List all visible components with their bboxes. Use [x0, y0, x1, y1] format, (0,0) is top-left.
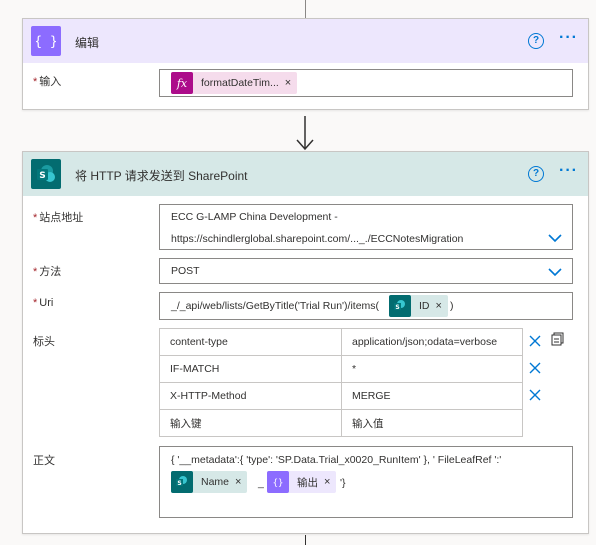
more-options-icon[interactable]: ···: [559, 30, 578, 46]
svg-text:S: S: [177, 480, 181, 487]
compose-header[interactable]: { } 编辑 ? ···: [23, 19, 588, 63]
method-label: * 方法: [33, 266, 62, 278]
sharepoint-title: 将 HTTP 请求发送到 SharePoint: [75, 169, 248, 183]
header-row: IF-MATCH *: [159, 355, 523, 383]
sharepoint-http-card: S 将 HTTP 请求发送到 SharePoint ? ··· * 站点地址 EC…: [22, 151, 589, 534]
headers-table: content-type application/json;odata=verb…: [159, 328, 523, 437]
curly-braces-icon: { }: [31, 26, 61, 56]
header-row: X-HTTP-Method MERGE: [159, 382, 523, 410]
header-value-placeholder[interactable]: 输入值: [341, 409, 523, 437]
body-end: '}: [340, 477, 346, 489]
method-dropdown[interactable]: POST: [159, 258, 573, 284]
uri-suffix: ): [450, 300, 454, 312]
compose-card: { } 编辑 ? ··· *输入 fx formatDateTim... ×: [22, 18, 589, 110]
switch-to-text-icon[interactable]: [551, 332, 565, 346]
connector-line-top: [305, 0, 306, 18]
connector-line-bottom: [305, 535, 306, 545]
more-options-icon[interactable]: ···: [559, 163, 578, 179]
site-address-line1: ECC G-LAMP China Development -: [171, 211, 338, 223]
body-input[interactable]: { '__metadata':{ 'type': 'SP.Data.Trial_…: [159, 446, 573, 518]
svg-text:S: S: [395, 304, 399, 311]
delete-row-icon[interactable]: [529, 362, 541, 374]
arrow-down-icon: [294, 114, 316, 155]
sharepoint-icon: S: [31, 159, 61, 189]
svg-text:S: S: [39, 171, 45, 181]
remove-token-icon[interactable]: ×: [436, 300, 448, 312]
header-key-placeholder[interactable]: 输入键: [159, 409, 342, 437]
help-icon[interactable]: ?: [528, 33, 544, 49]
site-address-dropdown[interactable]: ECC G-LAMP China Development - https://s…: [159, 204, 573, 250]
name-token[interactable]: S Name ×: [171, 471, 248, 493]
remove-token-icon[interactable]: ×: [235, 476, 247, 488]
svg-text:{}: {}: [273, 479, 284, 489]
sharepoint-icon: S: [171, 471, 193, 493]
chevron-down-icon[interactable]: [548, 233, 562, 243]
fx-icon: fx: [171, 72, 193, 94]
sharepoint-icon: S: [389, 295, 411, 317]
header-value-cell[interactable]: application/json;odata=verbose: [341, 328, 523, 356]
remove-token-icon[interactable]: ×: [285, 77, 297, 89]
compose-title: 编辑: [75, 36, 100, 50]
output-token[interactable]: {} 输出 ×: [267, 471, 337, 493]
svg-text:{ }: { }: [36, 35, 56, 50]
delete-row-icon[interactable]: [529, 335, 541, 347]
method-value: POST: [171, 265, 200, 277]
site-address-line2: https://schindlerglobal.sharepoint.com/.…: [171, 233, 464, 245]
curly-braces-icon: {}: [267, 471, 289, 493]
header-value-cell[interactable]: *: [341, 355, 523, 383]
body-text-line1: { '__metadata':{ 'type': 'SP.Data.Trial_…: [171, 454, 502, 466]
input-label: * 输入: [33, 76, 62, 88]
header-value-cell[interactable]: MERGE: [341, 382, 523, 410]
expression-token[interactable]: fx formatDateTim... ×: [171, 72, 298, 94]
uri-label: * Uri: [33, 297, 54, 309]
header-row: content-type application/json;odata=verb…: [159, 328, 523, 356]
help-icon[interactable]: ?: [528, 166, 544, 182]
header-key-cell[interactable]: content-type: [159, 328, 342, 356]
body-label: 正文: [33, 455, 55, 467]
body-separator: _: [258, 477, 264, 489]
header-key-cell[interactable]: IF-MATCH: [159, 355, 342, 383]
uri-input[interactable]: _/_api/web/lists/GetByTitle('Trial Run')…: [159, 292, 573, 320]
site-address-label: * 站点地址: [33, 212, 84, 224]
remove-token-icon[interactable]: ×: [324, 476, 336, 488]
header-key-cell[interactable]: X-HTTP-Method: [159, 382, 342, 410]
sharepoint-header[interactable]: S 将 HTTP 请求发送到 SharePoint ? ···: [23, 152, 588, 196]
headers-label: 标头: [33, 336, 55, 348]
header-row-empty: 输入键 输入值: [159, 409, 523, 437]
delete-row-icon[interactable]: [529, 389, 541, 401]
compose-input-field[interactable]: fx formatDateTim... ×: [159, 69, 573, 97]
uri-prefix: _/_api/web/lists/GetByTitle('Trial Run')…: [171, 300, 380, 312]
chevron-down-icon[interactable]: [548, 267, 562, 277]
id-token[interactable]: S ID ×: [389, 295, 448, 317]
